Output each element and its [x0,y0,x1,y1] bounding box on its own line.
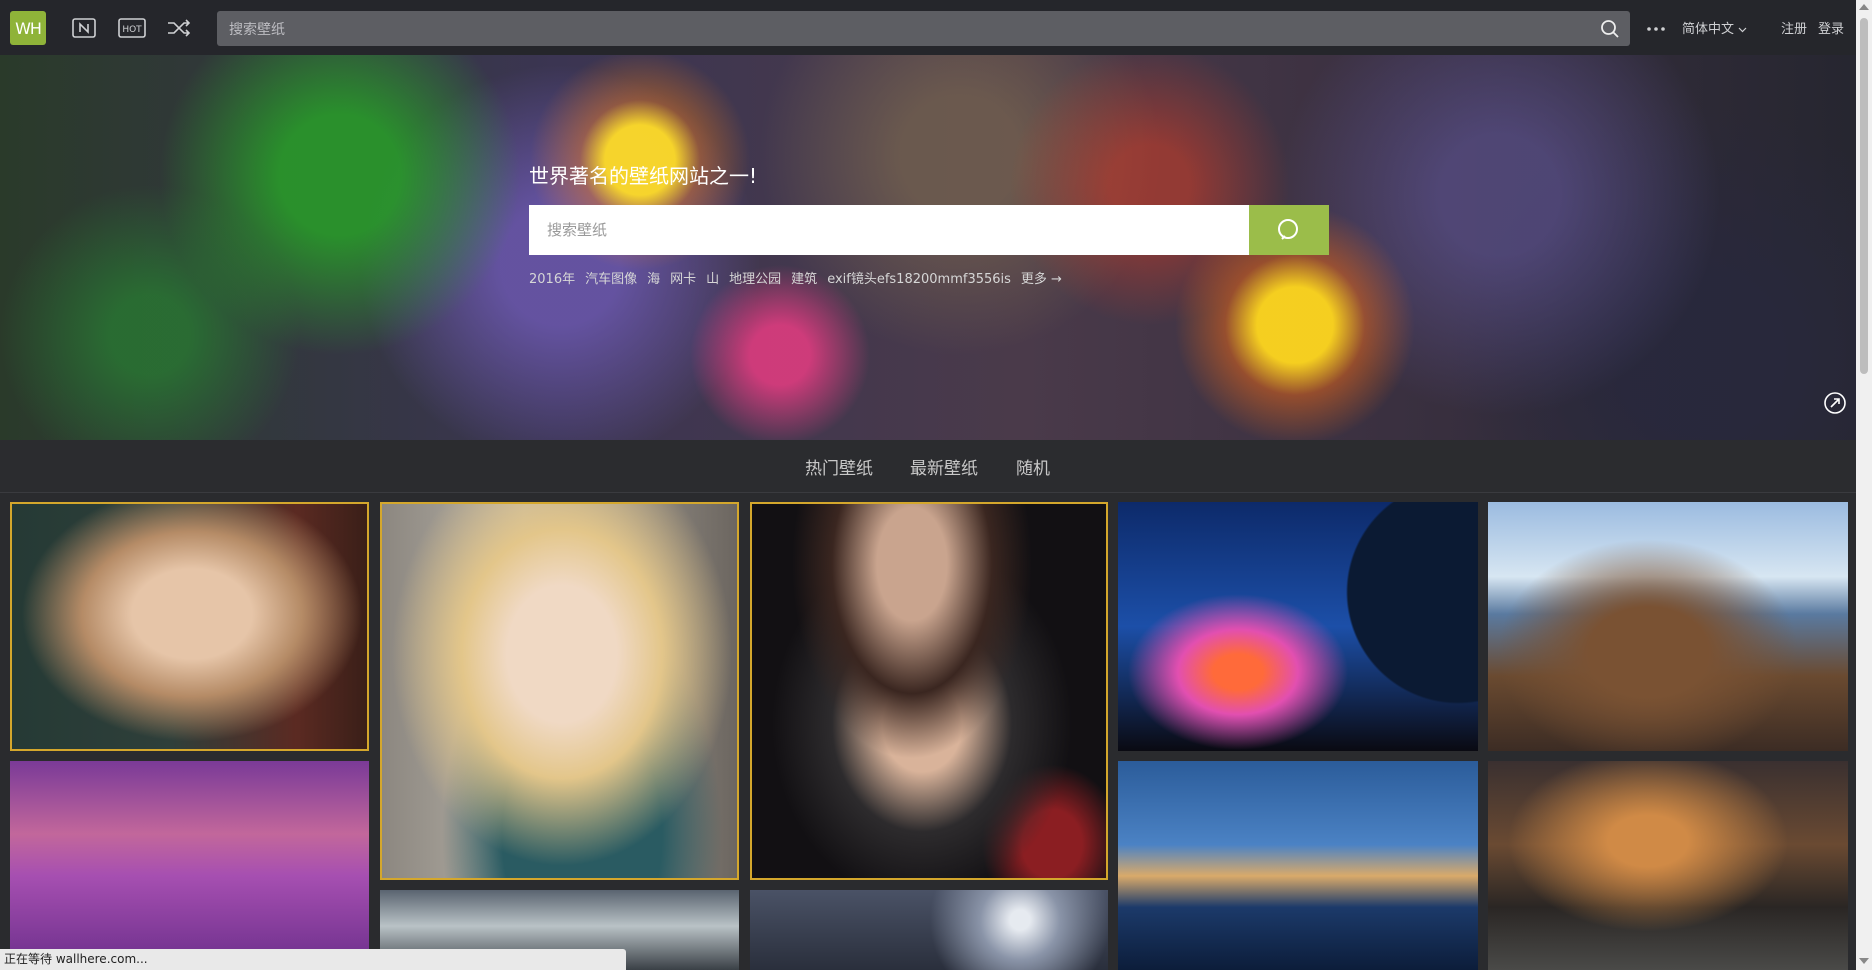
register-link[interactable]: 注册 [1781,18,1807,37]
top-search-input[interactable] [227,11,1591,48]
wallpaper-thumbnail[interactable] [1118,761,1478,970]
site-logo[interactable]: WH [10,11,46,45]
hero-search-button[interactable] [1249,205,1329,255]
category-tabs: 热门壁纸 最新壁纸 随机 [0,440,1856,493]
popular-tags: 2016年 汽车图像 海 网卡 山 地理公园 建筑 exif镜头efs18200… [529,268,1062,287]
top-navigation-bar: WH HOT 简体中文 注册 登录 [0,0,1856,55]
tag-link[interactable]: 2016年 [529,268,575,287]
more-menu-icon[interactable] [1645,18,1667,38]
wallpaper-thumbnail[interactable] [380,502,739,880]
svg-text:HOT: HOT [122,25,142,35]
tab-hot-wallpapers[interactable]: 热门壁纸 [805,454,873,479]
chevron-down-icon [1738,27,1747,33]
tag-link[interactable]: 建筑 [791,268,817,287]
tab-random[interactable]: 随机 [1016,454,1050,479]
tab-latest-wallpapers[interactable]: 最新壁纸 [910,454,978,479]
hero-search-box [529,205,1329,255]
hero-title: 世界著名的壁纸网站之一! [529,164,758,188]
wallpaper-thumbnail[interactable] [750,890,1108,970]
wallpaper-thumbnail[interactable] [1488,502,1848,751]
language-selector[interactable]: 简体中文 [1682,18,1747,37]
page-scrollbar[interactable] [1856,0,1872,970]
tag-link[interactable]: 海 [647,268,660,287]
scroll-up-arrow-icon[interactable] [1859,4,1869,10]
wallpaper-thumbnail[interactable] [1488,761,1848,970]
scroll-down-arrow-icon[interactable] [1859,958,1869,964]
new-icon[interactable] [71,17,97,39]
more-tags-link[interactable]: 更多 → [1021,268,1062,287]
search-icon [1278,219,1298,240]
hero-banner: 世界著名的壁纸网站之一! 2016年 汽车图像 海 网卡 山 地理公园 建筑 e… [0,55,1856,440]
hero-search-input[interactable] [529,205,1267,255]
scrollbar-thumb[interactable] [1860,18,1868,374]
hot-icon[interactable]: HOT [118,17,146,39]
wallpaper-thumbnail[interactable] [10,761,369,970]
wallpaper-thumbnail[interactable] [750,502,1108,880]
shuffle-icon[interactable] [166,17,192,39]
top-search-box [217,11,1630,48]
wallpaper-thumbnail[interactable] [1118,502,1478,751]
wallpaper-thumbnail[interactable] [10,502,369,751]
tag-link[interactable]: exif镜头efs18200mmf3556is [827,268,1011,287]
tag-link[interactable]: 山 [706,268,719,287]
tag-link[interactable]: 网卡 [670,268,696,287]
login-link[interactable]: 登录 [1818,18,1844,37]
tag-link[interactable]: 汽车图像 [585,268,637,287]
language-label: 简体中文 [1682,22,1735,37]
refresh-background-icon[interactable] [1823,391,1847,415]
tag-link[interactable]: 地理公园 [729,268,781,287]
browser-status-bar: 正在等待 wallhere.com... [0,949,626,970]
search-icon[interactable] [1600,19,1620,39]
